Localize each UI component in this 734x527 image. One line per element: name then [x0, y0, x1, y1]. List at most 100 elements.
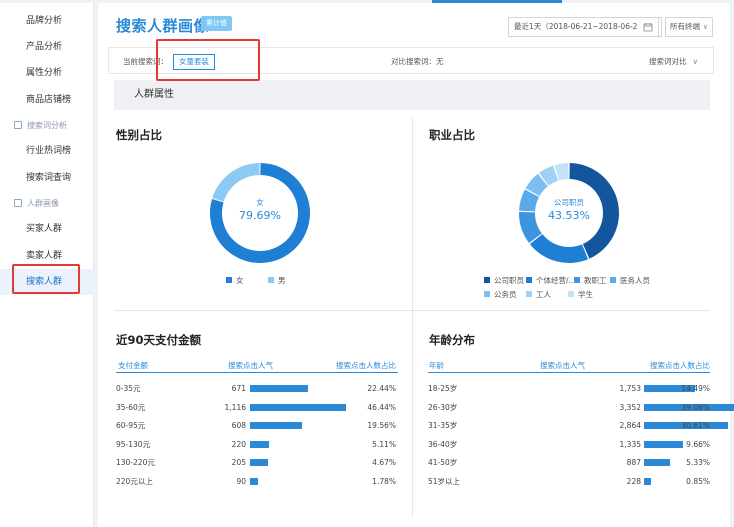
- legend-item-civil-servant[interactable]: 公务员: [484, 289, 517, 300]
- row-clicks-value: 1,335: [619, 439, 641, 449]
- row-clicks-value: 220: [231, 439, 246, 449]
- legend-label: 男: [278, 276, 286, 285]
- table-row: 41-50岁 887 5.33%: [428, 454, 710, 472]
- row-ratio-value: 5.11%: [372, 439, 396, 449]
- row-label: 130-220元: [116, 458, 155, 467]
- legend-item-student[interactable]: 学生: [568, 289, 593, 300]
- occupation-center-value: 43.53%: [548, 209, 590, 222]
- age-col-clicks: 搜索点击人气: [540, 361, 585, 370]
- chevron-down-icon: ∨: [692, 57, 699, 66]
- sidebar-item-shop-ranking[interactable]: 商品店铺榜: [0, 87, 94, 113]
- current-keyword-tag[interactable]: 女童套装: [173, 54, 215, 70]
- sidebar-item-seller-crowd[interactable]: 卖家人群: [0, 243, 94, 269]
- sidebar-item-keyword-query[interactable]: 搜索词查询: [0, 165, 94, 191]
- row-divider: [114, 310, 710, 311]
- row-clicks-bar: [250, 459, 268, 466]
- legend-label: 个体经营/...: [536, 276, 576, 285]
- occupation-donut-center: 公司职员 43.53%: [529, 197, 609, 222]
- row-ratio-value: 46.44%: [367, 402, 396, 412]
- row-clicks-value: 228: [626, 476, 641, 486]
- legend-item-office-staff[interactable]: 公司职员: [484, 275, 524, 286]
- row-ratio-value: 9.66%: [686, 439, 710, 449]
- terminal-select[interactable]: 所有终端 ∨: [665, 17, 713, 37]
- crowd-group-icon: [14, 199, 22, 207]
- legend-swatch: [526, 291, 532, 297]
- table-row: 31-35岁 2,864 30.61%: [428, 417, 728, 435]
- table-row: 51岁以上 228 0.85%: [428, 473, 710, 491]
- age-col-age: 年龄: [429, 361, 444, 370]
- legend-item-medical[interactable]: 医务人员: [610, 275, 650, 286]
- legend-label: 公务员: [494, 290, 517, 299]
- row-label: 95-130元: [116, 439, 151, 449]
- table-row: 18-25岁 1,753 14.49%: [428, 380, 710, 398]
- legend-swatch: [526, 277, 532, 283]
- column-divider: [412, 118, 413, 518]
- row-label: 51岁以上: [428, 476, 461, 486]
- row-clicks-value: 3,352: [619, 402, 641, 412]
- occupation-center-label: 公司职员: [554, 198, 584, 207]
- legend-label: 女: [236, 276, 244, 285]
- table-row: 0-35元 671 22.44%: [116, 380, 398, 398]
- legend-label: 公司职员: [494, 276, 524, 285]
- payment-header-underline: [116, 372, 398, 373]
- gender-donut-center: 女 79.69%: [220, 197, 300, 222]
- row-clicks-bar: [250, 440, 269, 448]
- legend-item-male[interactable]: 男: [268, 275, 286, 286]
- row-clicks-value: 205: [231, 458, 246, 467]
- age-col-ratio: 搜索点击人数占比: [650, 361, 710, 370]
- age-header-underline: [428, 372, 710, 373]
- row-clicks-bar: [250, 403, 346, 411]
- payment-col-amount: 支付金额: [118, 361, 148, 370]
- sidebar-group-label: 人群画像: [27, 199, 59, 208]
- legend-item-female[interactable]: 女: [226, 275, 244, 286]
- legend-item-worker[interactable]: 工人: [526, 289, 551, 300]
- legend-swatch: [610, 277, 616, 283]
- legend-swatch: [268, 277, 274, 283]
- row-clicks-value: 1,753: [619, 384, 641, 393]
- sidebar-item-buyer-crowd[interactable]: 买家人群: [0, 216, 94, 242]
- legend-label: 医务人员: [620, 276, 650, 285]
- occupation-slice[interactable]: [529, 234, 589, 263]
- row-label: 220元以上: [116, 476, 153, 486]
- keyword-compare-button[interactable]: 搜索词对比 ∨: [649, 48, 698, 75]
- occupation-title: 职业占比: [429, 128, 475, 142]
- legend-item-teacher[interactable]: 教职工: [574, 275, 607, 286]
- gender-slice[interactable]: [212, 163, 260, 202]
- sidebar-group-keyword-analysis: 搜索词分析: [0, 115, 94, 137]
- main-panel: 搜索人群画像 累计值 最近1天（2018-06-21~2018-06-21） 所…: [98, 3, 734, 527]
- terminal-select-label: 所有终端: [670, 22, 700, 31]
- row-ratio-value: 19.56%: [367, 421, 396, 430]
- payment-col-clicks: 搜索点击人气: [228, 361, 273, 370]
- gender-center-label: 女: [256, 198, 264, 207]
- row-ratio-value: 39.06%: [681, 402, 710, 412]
- table-row: 220元以上 90 1.78%: [116, 473, 398, 491]
- row-clicks-bar: [250, 385, 308, 392]
- table-row: 35-60元 1,116 46.44%: [116, 399, 398, 417]
- row-clicks-value: 671: [231, 384, 246, 393]
- legend-label: 工人: [536, 290, 551, 299]
- sidebar-item-product-analysis[interactable]: 产品分析: [0, 34, 94, 60]
- legend-swatch: [568, 291, 574, 297]
- legend-swatch: [574, 277, 580, 283]
- table-row: 60-95元 608 19.56%: [116, 417, 398, 435]
- sidebar-item-brand-analysis[interactable]: 品牌分析: [0, 8, 94, 34]
- row-ratio-value: 30.61%: [681, 421, 710, 430]
- section-header: 人群属性: [114, 80, 710, 110]
- sidebar-item-hot-keywords[interactable]: 行业热词榜: [0, 138, 94, 164]
- sidebar-item-search-crowd[interactable]: 搜索人群: [0, 269, 94, 295]
- legend-swatch: [484, 277, 490, 283]
- legend-item-self-employed[interactable]: 个体经营/...: [526, 275, 576, 286]
- row-ratio-value: 0.85%: [686, 476, 710, 486]
- row-ratio-value: 4.67%: [372, 458, 396, 467]
- row-clicks-bar: [250, 477, 258, 485]
- sidebar-item-attribute-analysis[interactable]: 属性分析: [0, 60, 94, 86]
- row-label: 31-35岁: [428, 421, 458, 430]
- table-row: 36-40岁 1,335 9.66%: [428, 436, 710, 454]
- row-ratio-value: 5.33%: [686, 458, 710, 467]
- gender-center-value: 79.69%: [239, 209, 281, 222]
- row-label: 60-95元: [116, 421, 146, 430]
- row-label: 35-60元: [116, 402, 146, 412]
- calendar-button[interactable]: [638, 17, 659, 37]
- payment-title: 近90天支付金额: [116, 333, 202, 347]
- sidebar: 品牌分析 产品分析 属性分析 商品店铺榜 搜索词分析 行业热词榜 搜索词查询 人…: [0, 3, 94, 527]
